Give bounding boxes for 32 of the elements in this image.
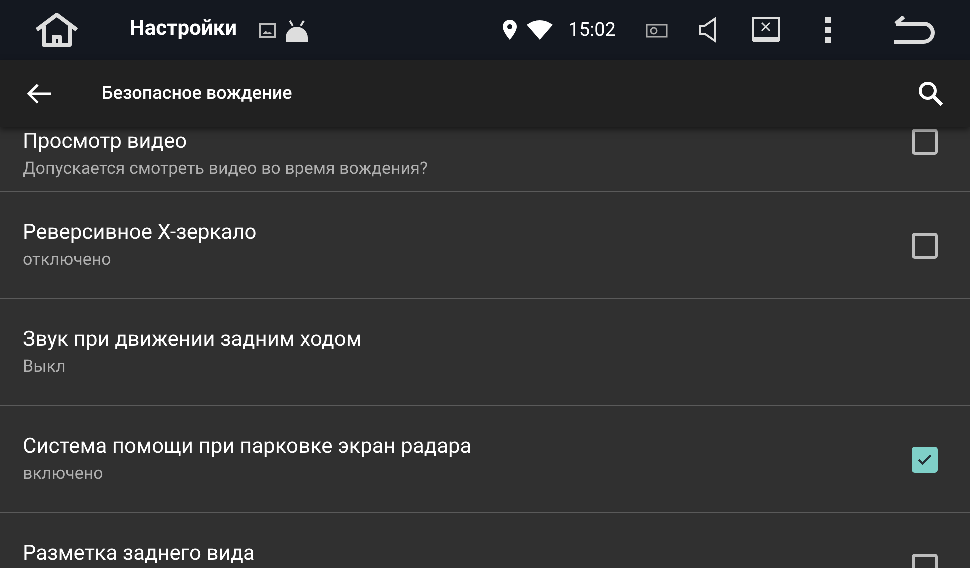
checkbox[interactable] — [912, 447, 938, 473]
setting-summary: отключено — [23, 249, 112, 271]
setting-row[interactable]: Просмотр видео Допускается смотреть видео во время вождения? — [0, 127, 970, 192]
checkbox[interactable] — [912, 129, 938, 155]
setting-summary: включено — [23, 463, 104, 485]
setting-summary: Допускается смотреть видео во время вождения? — [23, 158, 430, 180]
setting-title: Звук при движении задним ходом — [23, 327, 363, 353]
wifi-icon — [526, 20, 553, 40]
more-icon[interactable] — [824, 17, 832, 43]
speaker-icon[interactable] — [698, 17, 718, 43]
back-arrow-icon[interactable] — [892, 16, 936, 44]
setting-title: Разметка заднего вида — [23, 541, 256, 567]
app-title: Настройки — [130, 16, 237, 44]
setting-row[interactable]: Реверсивное X-зеркало отключено — [0, 192, 970, 299]
setting-summary: Выкл — [23, 356, 67, 378]
setting-title: Реверсивное X-зеркало — [23, 220, 258, 246]
setting-title: Просмотр видео — [23, 129, 188, 155]
back-icon[interactable] — [26, 82, 52, 104]
search-icon[interactable] — [918, 80, 944, 106]
setting-row[interactable]: Разметка заднего вида — [0, 513, 970, 568]
android-icon — [284, 18, 310, 42]
setting-row[interactable]: Система помощи при парковке экран радара включено — [0, 406, 970, 513]
checkbox[interactable] — [912, 233, 938, 259]
setting-row[interactable]: Звук при движении задним ходом Выкл — [0, 299, 970, 406]
screen-off-icon[interactable] — [752, 17, 780, 43]
clock: 15:02 — [568, 16, 616, 43]
camera-icon[interactable] — [646, 22, 668, 38]
screen-title: Безопасное вождение — [102, 82, 292, 106]
home-icon[interactable] — [34, 12, 80, 48]
setting-title: Система помощи при парковке экран радара — [23, 434, 473, 460]
location-icon — [502, 20, 517, 40]
image-icon — [259, 22, 276, 38]
